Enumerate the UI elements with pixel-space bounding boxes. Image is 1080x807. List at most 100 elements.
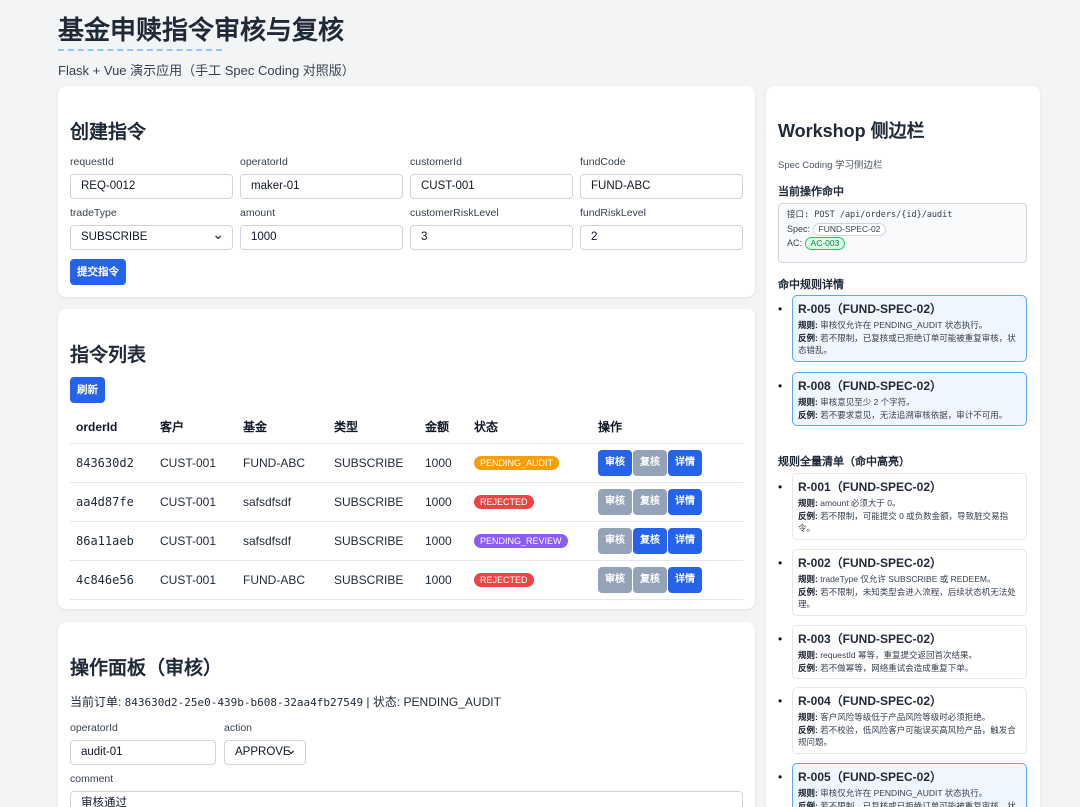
rule-counter-example: 反例: 若不要求意见，无法追溯审核依据，审计不可用。 [798, 409, 1021, 422]
type-cell: SUBSCRIBE [328, 521, 419, 561]
rule-counter-example-value: 若不限制，未知类型会进入流程，后续状态机无法处理。 [798, 586, 1016, 610]
spec-prefix: Spec: [787, 224, 811, 234]
current-order-status: | 状态: PENDING_AUDIT [363, 695, 501, 709]
status-cell: PENDING_AUDIT [468, 443, 592, 483]
rule-text-label: 规则: [798, 788, 818, 798]
rule-text-value: 客户风险等级低于产品风险等级时必须拒绝。 [820, 712, 991, 722]
table-row: 4c846e56 CUST-001 FUND-ABC SUBSCRIBE 1000 REJ… [70, 560, 743, 600]
order-id-cell: 4c846e56 [70, 560, 154, 600]
order-list-card: 指令列表 刷新 orderId 客户 基金 类型 金额 状态 操作 843630… [58, 309, 755, 609]
rule-card: R-004（FUND-SPEC-02） 规则: 客户风险等级低于产品风险等级时必须… [778, 687, 1027, 754]
type-cell: SUBSCRIBE [328, 443, 419, 483]
customer-cell: CUST-001 [154, 560, 237, 600]
detail-button[interactable]: 详情 [668, 566, 702, 593]
detail-button[interactable]: 详情 [668, 449, 702, 476]
rules-heading: 命中规则详情 [778, 279, 844, 291]
rule-text-value: requestId 幂等，重复提交返回首次结果。 [820, 650, 978, 660]
rule-card: R-002（FUND-SPEC-02） 规则: tradeType 仅允许 SUB… [778, 549, 1027, 616]
current-order-info: 当前订单: 843630d2-25e0-439b-b608-32aa4fb275… [70, 693, 501, 710]
amount-input[interactable]: 1000 [240, 225, 403, 250]
col-header-customer: 客户 [154, 411, 237, 444]
audit-operator-input[interactable]: audit-01 [70, 740, 216, 765]
rule-counter-example-value: 若不限制，已复核或已拒绝订单可能被重复审核，状态错乱。 [820, 800, 1016, 807]
rule-card: R-008（FUND-SPEC-02） 规则: 审核意见至少 2 个字符。反例: … [778, 372, 1027, 426]
operator-id-field: operatorId maker-01 [240, 156, 403, 199]
fund-cell: safsdfsdf [237, 521, 328, 561]
customer-risk-input[interactable]: 3 [410, 225, 573, 250]
all-rules-heading: 规则全量清单（命中高亮） [778, 456, 910, 468]
review-button[interactable]: 复核 [633, 488, 667, 515]
rule-text: 规则: 审核仅允许在 PENDING_AUDIT 状态执行。 [798, 787, 1021, 800]
current-order-id: 843630d2-25e0-439b-b608-32aa4fb27549 [124, 696, 364, 709]
audit-button[interactable]: 审核 [598, 566, 632, 593]
table-header-row: orderId 客户 基金 类型 金额 状态 操作 [70, 411, 743, 444]
rule-text-label: 规则: [798, 498, 818, 508]
rule-text-value: 审核仅允许在 PENDING_AUDIT 状态执行。 [820, 788, 988, 798]
rule-text-value: 审核意见至少 2 个字符。 [820, 397, 915, 407]
rule-counter-example: 反例: 若不限制，未知类型会进入流程，后续状态机无法处理。 [798, 586, 1021, 611]
order-id-cell: 86a11aeb [70, 521, 154, 561]
order-list-title: 指令列表 [70, 345, 147, 366]
col-header-type: 类型 [328, 411, 419, 444]
trade-type-select[interactable]: SUBSCRIBE [70, 223, 233, 250]
rule-text: 规则: 客户风险等级低于产品风险等级时必须拒绝。 [798, 711, 1021, 724]
rule-counter-example-value: 若不校验，低风险客户可能误买高风险产品，触发合规问题。 [798, 724, 1016, 748]
rule-counter-example-label: 反例: [798, 510, 818, 521]
review-button[interactable]: 复核 [633, 527, 667, 554]
rule-text-label: 规则: [798, 650, 818, 660]
audit-button[interactable]: 审核 [598, 527, 632, 554]
rule-text-label: 规则: [798, 574, 818, 584]
order-id-cell: 843630d2 [70, 443, 154, 483]
review-button[interactable]: 复核 [633, 449, 667, 476]
rule-counter-example: 反例: 若不限制，可能提交 0 或负数金额，导致脏交易指令。 [798, 510, 1021, 535]
rule-counter-example: 反例: 若不限制，已复核或已拒绝订单可能被重复审核，状态错乱。 [798, 800, 1021, 807]
table-row: 86a11aeb CUST-001 safsdfsdf SUBSCRIBE 1000 PE… [70, 521, 743, 561]
refresh-button[interactable]: 刷新 [70, 377, 105, 403]
rule-counter-example: 反例: 若不限制，已复核或已拒绝订单可能被重复审核，状态错乱。 [798, 332, 1021, 357]
actions-cell: 审核 复核 详情 [592, 560, 743, 600]
rule-card: R-005（FUND-SPEC-02） 规则: 审核仅允许在 PENDING_AU… [778, 763, 1027, 807]
customer-id-input[interactable]: CUST-001 [410, 174, 573, 199]
audit-action-select[interactable]: APPROVE [224, 738, 306, 765]
audit-action-field: action APPROVE [224, 722, 306, 765]
page-title: 基金申赎指令审核与复核 [58, 10, 344, 51]
fund-risk-input[interactable]: 2 [580, 225, 743, 250]
fund-code-field: fundCode FUND-ABC [580, 156, 743, 199]
audit-button[interactable]: 审核 [598, 488, 632, 515]
fund-risk-field: fundRiskLevel 2 [580, 207, 743, 250]
page-subtitle: Flask + Vue 演示应用（手工 Spec Coding 对照版） [58, 63, 355, 78]
rule-counter-example-label: 反例: [798, 409, 818, 420]
api-line: 接口: POST /api/orders/{id}/audit [787, 210, 953, 220]
review-button[interactable]: 复核 [633, 566, 667, 593]
detail-button[interactable]: 详情 [668, 488, 702, 515]
rule-title: R-001（FUND-SPEC-02） [798, 480, 943, 494]
rule-title: R-004（FUND-SPEC-02） [798, 694, 943, 708]
col-header-fund: 基金 [237, 411, 328, 444]
sidebar-title: Workshop 侧边栏 [778, 121, 925, 141]
hit-heading: 当前操作命中 [778, 186, 844, 198]
audit-comment-input[interactable]: 审核通过 [70, 791, 743, 807]
order-id-cell: aa4d87fe [70, 482, 154, 522]
operation-panel-title: 操作面板（审核） [70, 658, 223, 679]
actions-cell: 审核 复核 详情 [592, 443, 743, 483]
trade-type-field: tradeType SUBSCRIBE [70, 207, 233, 250]
customer-id-field: customerId CUST-001 [410, 156, 573, 199]
amount-label: amount [240, 207, 276, 219]
detail-button[interactable]: 详情 [668, 527, 702, 554]
table-row: 843630d2 CUST-001 FUND-ABC SUBSCRIBE 1000 PEN… [70, 443, 743, 483]
fund-risk-label: fundRiskLevel [580, 207, 646, 219]
rule-text-value: 审核仅允许在 PENDING_AUDIT 状态执行。 [820, 320, 988, 330]
rule-title: R-005（FUND-SPEC-02） [798, 302, 943, 316]
fund-code-input[interactable]: FUND-ABC [580, 174, 743, 199]
rule-counter-example-value: 若不限制，可能提交 0 或负数金额，导致脏交易指令。 [798, 510, 1009, 534]
submit-order-button[interactable]: 提交指令 [70, 259, 126, 285]
rule-text-label: 规则: [798, 320, 818, 330]
request-id-input[interactable]: REQ-0012 [70, 174, 233, 199]
rule-text-label: 规则: [798, 712, 818, 722]
status-badge: PENDING_AUDIT [474, 456, 560, 470]
rule-card: R-003（FUND-SPEC-02） 规则: requestId 幂等，重复提交… [778, 625, 1027, 679]
audit-button[interactable]: 审核 [598, 449, 632, 476]
operator-id-input[interactable]: maker-01 [240, 174, 403, 199]
customer-cell: CUST-001 [154, 521, 237, 561]
rule-counter-example-value: 若不要求意见，无法追溯审核依据，审计不可用。 [820, 409, 1008, 420]
